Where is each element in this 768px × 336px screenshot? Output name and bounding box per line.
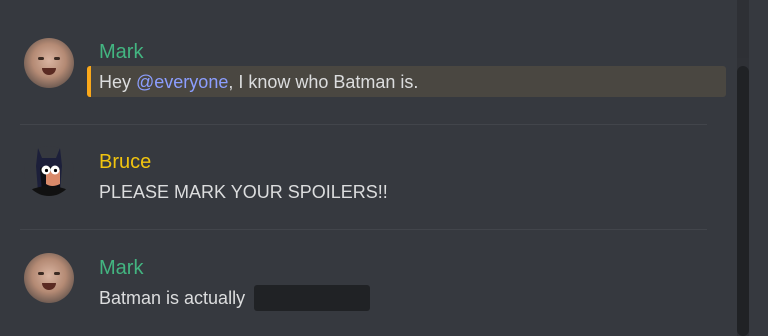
avatar-eye (54, 272, 60, 275)
scrollbar-track-top (737, 0, 749, 58)
username-mark[interactable]: Mark (99, 40, 143, 64)
avatar-mouth (42, 283, 56, 290)
message-text-suffix: , I know who Batman is. (228, 72, 419, 92)
message-content: Hey @everyone, I know who Batman is. (99, 70, 418, 94)
avatar-bruce[interactable] (24, 146, 74, 196)
message-text-prefix: Hey (99, 72, 137, 92)
avatar-eye (38, 57, 44, 60)
username-bruce[interactable]: Bruce (99, 150, 151, 174)
message-content: Batman is actually (99, 285, 371, 311)
avatar-mouth (42, 68, 56, 75)
avatar-eye (38, 272, 44, 275)
message-text: Batman is actually (99, 288, 251, 308)
message-divider (20, 229, 707, 230)
username-mark[interactable]: Mark (99, 256, 143, 280)
avatar-mark[interactable] (24, 38, 74, 88)
avatar-mark[interactable] (24, 253, 74, 303)
mention-indicator-bar (87, 66, 91, 97)
chat-messages: Mark Hey @everyone, I know who Batman is… (0, 0, 735, 336)
spoiler-block[interactable] (254, 285, 371, 311)
batman-icon (30, 148, 68, 196)
avatar-eye (54, 57, 60, 60)
scrollbar-thumb[interactable] (737, 66, 749, 336)
everyone-mention[interactable]: @everyone (136, 72, 228, 92)
message-content: PLEASE MARK YOUR SPOILERS!! (99, 182, 388, 202)
message-divider (20, 124, 707, 125)
